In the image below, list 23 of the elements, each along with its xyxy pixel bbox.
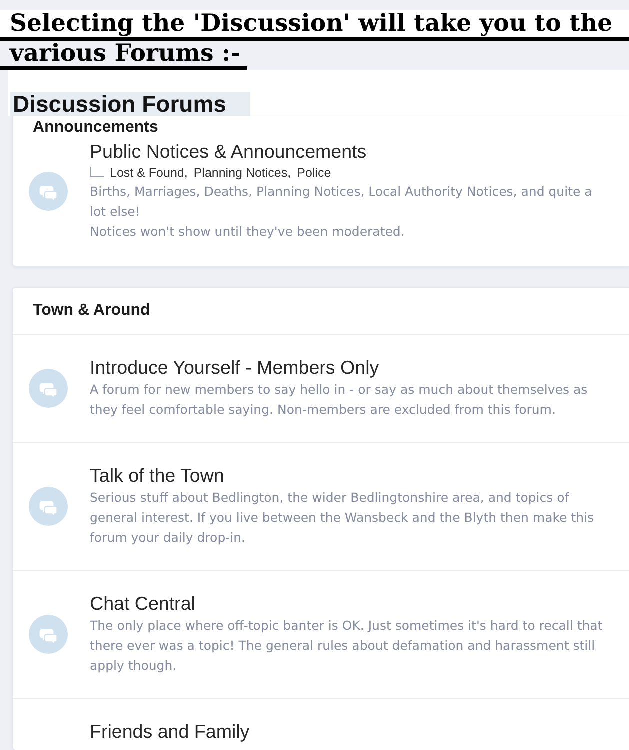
forum-title[interactable]: Friends and Family [90, 720, 250, 744]
chat-bubbles-icon [29, 486, 68, 526]
forum-title[interactable]: Talk of the Town [90, 464, 224, 488]
category-title[interactable]: Announcements [33, 119, 158, 136]
forum-description: The only place where off-topic banter is OK. Just sometimes it's hard to recall that there ever was a topic! The general rules about defamation and harassment still apply though. [90, 617, 604, 675]
forum-title[interactable]: Chat Central [90, 592, 196, 616]
forum-description: A forum for new members to say hello in - or say as much about themselves as they feel comfortable saying. Non-members are excluded from this forum. [90, 381, 589, 419]
forum-title[interactable]: Public Notices & Announcements [90, 140, 367, 164]
chat-bubbles-icon [29, 172, 68, 210]
page-title: Discussion Forums [10, 92, 250, 116]
caption-text: Selecting the 'Discussion' will take you to the [10, 10, 614, 37]
subforum-link[interactable]: Police [297, 164, 332, 182]
chat-bubbles-icon [29, 614, 68, 654]
category-title[interactable]: Town & Around [33, 302, 150, 319]
forum-description: Notices won't show until they've been moderated. [90, 223, 406, 241]
chat-bubbles-icon [29, 368, 68, 408]
forum-description: Serious stuff about Bedlington, the wider Bedlingtonshire area, and topics of general interest. If you live between the Wansbeck and the Blyth then make this forum your daily drop-in. [90, 489, 596, 547]
subforum-link[interactable]: Planning Notices, [194, 164, 292, 182]
subforum-link[interactable]: Lost & Found, [110, 164, 188, 182]
forum-description: Births, Marriages, Deaths, Planning Notices, Local Authority Notices, and quite a lot else! [90, 183, 594, 221]
forum-title[interactable]: Introduce Yourself - Members Only [90, 356, 380, 380]
caption-text: various Forums :- [8, 41, 242, 66]
tree-branch-icon [90, 166, 104, 176]
